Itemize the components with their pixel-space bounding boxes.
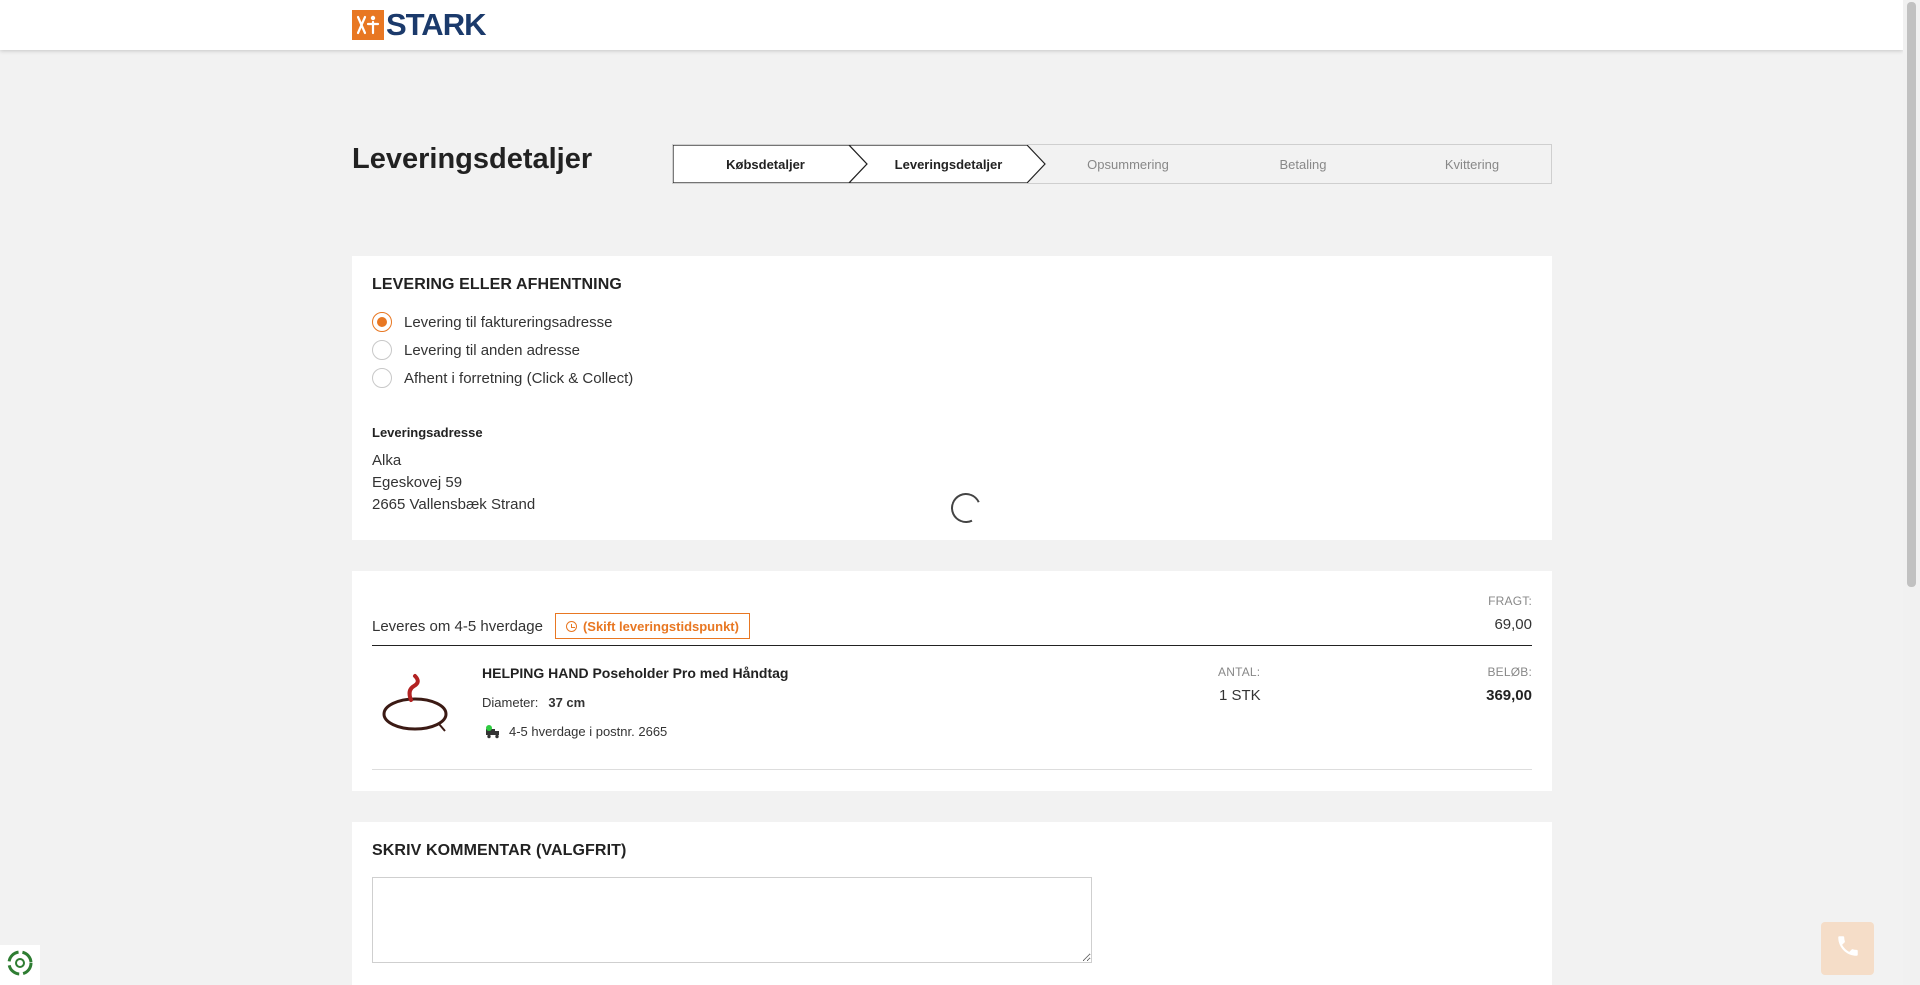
product-stock: 4-5 hverdage i postnr. 2665 (485, 724, 667, 739)
product-name[interactable]: HELPING HAND Poseholder Pro med Håndtag (482, 665, 788, 681)
stark-logo-icon (352, 10, 384, 40)
radio-billing-address[interactable] (372, 312, 392, 332)
option-click-collect[interactable]: Afhent i forretning (Click & Collect) (372, 364, 633, 392)
clock-icon (565, 620, 577, 632)
radio-click-collect[interactable] (372, 368, 392, 388)
delivery-address: Alka Egeskovej 59 2665 Vallensbæk Strand (372, 450, 535, 516)
quantity-label: ANTAL: (1218, 665, 1261, 679)
shipment-divider (372, 645, 1532, 646)
delivery-options-card: LEVERING ELLER AFHENTNING Levering til f… (352, 256, 1552, 540)
freight-value: 69,00 (1494, 616, 1532, 633)
quantity-value: 1 STK (1219, 687, 1261, 704)
option-label: Afhent i forretning (Click & Collect) (404, 369, 634, 387)
checkout-stepper: Købsdetaljer Leveringsdetaljer Opsummeri… (672, 144, 1552, 184)
step-opsummering: Opsummering (1087, 156, 1169, 172)
shipment-eta-row: Leveres om 4-5 hverdage (Skift leverings… (372, 613, 750, 639)
product-stock-text: 4-5 hverdage i postnr. 2665 (509, 724, 668, 739)
option-other-address[interactable]: Levering til anden adresse (372, 336, 633, 364)
delivery-address-title: Leveringsadresse (372, 425, 483, 440)
loading-spinner-icon (946, 488, 986, 528)
address-city: 2665 Vallensbæk Strand (372, 496, 536, 513)
comment-card: SKRIV KOMMENTAR (VALGFRIT) (352, 822, 1552, 985)
amount-value: 369,00 (1486, 687, 1532, 704)
page-title: Leveringsdetaljer (352, 143, 593, 175)
page-scrollbar[interactable] (1903, 0, 1920, 985)
amount-label: BELØB: (1487, 665, 1532, 679)
radio-other-address[interactable] (372, 340, 392, 360)
product-attr-label: Diameter: (482, 695, 539, 710)
scrollbar-thumb[interactable] (1907, 2, 1916, 587)
truck-icon (485, 724, 501, 739)
delivery-options-title: LEVERING ELLER AFHENTNING (372, 276, 622, 293)
stark-logo-text: STARK (386, 7, 486, 42)
change-delivery-time-button[interactable]: (Skift leveringstidspunkt) (554, 613, 750, 639)
address-street: Egeskovej 59 (372, 474, 463, 491)
option-label: Levering til faktureringsadresse (404, 313, 613, 331)
freight-label: FRAGT: (1488, 594, 1532, 608)
call-button[interactable] (1821, 922, 1874, 975)
step-leveringsdetaljer[interactable]: Leveringsdetaljer (861, 145, 1036, 183)
option-label: Levering til anden adresse (404, 341, 580, 359)
stark-logo[interactable]: STARK (352, 7, 486, 42)
shipment-card: Leveres om 4-5 hverdage (Skift leverings… (352, 571, 1552, 791)
cookie-settings-button[interactable] (0, 945, 40, 985)
product-divider (372, 769, 1532, 770)
delivery-options-group: Levering til faktureringsadresse Leverin… (372, 308, 633, 392)
step-kobsdetaljer[interactable]: Købsdetaljer (673, 145, 858, 183)
change-delivery-time-label: (Skift leveringstidspunkt) (582, 618, 739, 634)
bag-holder-image (382, 674, 448, 732)
cookie-settings-icon (6, 949, 34, 982)
product-attr-value: 37 cm (548, 695, 586, 710)
product-attributes: Diameter: 37 cm (482, 695, 585, 710)
comment-title: SKRIV KOMMENTAR (VALGFRIT) (372, 842, 627, 859)
shipment-eta: Leveres om 4-5 hverdage (372, 617, 543, 635)
option-billing-address[interactable]: Levering til faktureringsadresse (372, 308, 633, 336)
site-header: STARK (0, 0, 1903, 50)
address-name: Alka (372, 452, 402, 469)
step-kvittering: Kvittering (1444, 156, 1500, 172)
product-image[interactable] (372, 659, 462, 749)
step-betaling: Betaling (1279, 156, 1327, 172)
phone-icon (1835, 933, 1861, 964)
comment-textarea[interactable] (372, 877, 1092, 963)
